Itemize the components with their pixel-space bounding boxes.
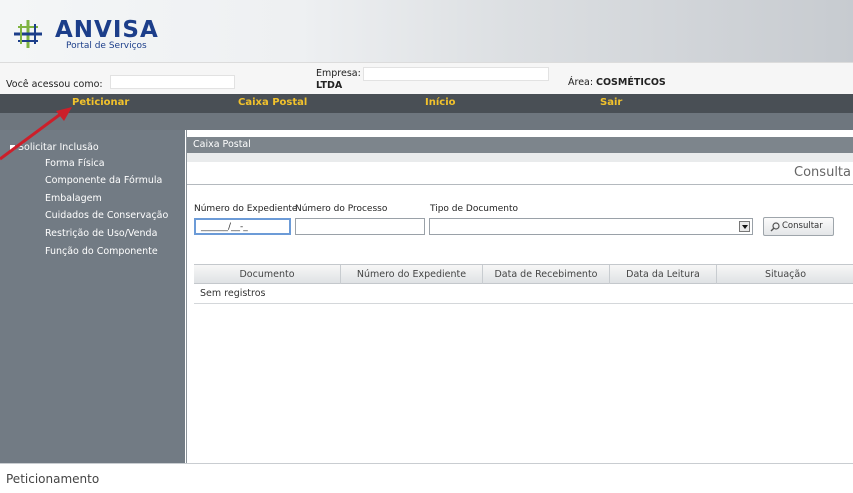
column-header-numero-expediente[interactable]: Número do Expediente [341,265,483,284]
company-suffix: LTDA [316,80,343,91]
tipo-documento-select[interactable] [429,218,753,235]
sidebar-item-forma-fisica[interactable]: Forma Física [45,158,105,169]
brand-subtitle: Portal de Serviços [66,41,147,51]
consultar-button-label: Consultar [782,221,823,231]
sidebar-item-funcao-componente[interactable]: Função do Componente [45,246,158,257]
sidebar-item-solicitar-inclusao[interactable]: Solicitar Inclusão [18,142,99,153]
column-header-documento[interactable]: Documento [194,265,341,284]
panel-subheader [187,153,853,162]
nav-peticionar[interactable]: Peticionar [72,97,129,109]
section-divider [187,184,853,185]
consultar-button[interactable]: Consultar [763,217,834,236]
expediente-label: Número do Expediente [194,204,298,214]
footer-text: Peticionamento [6,472,100,486]
chevron-down-icon[interactable] [739,221,750,232]
column-header-situacao[interactable]: Situação [717,265,853,284]
column-header-data-recebimento[interactable]: Data de Recebimento [483,265,610,284]
expediente-input[interactable]: ______/__-_ [194,218,291,235]
nav-sair[interactable]: Sair [600,97,622,109]
search-icon [770,222,780,232]
company-label: Empresa: [316,68,361,79]
tipo-documento-label: Tipo de Documento [430,204,519,214]
sidebar-item-componente-formula[interactable]: Componente da Fórmula [45,175,162,186]
section-title: Consulta [794,165,851,180]
company-name-field [363,67,549,81]
table-empty-row: Sem registros [194,284,853,304]
column-header-data-leitura[interactable]: Data da Leitura [610,265,717,284]
anvisa-logo-icon [14,20,42,48]
sidebar-item-cuidados-conservacao[interactable]: Cuidados de Conservação [45,210,168,221]
sidebar-item-embalagem[interactable]: Embalagem [45,193,102,204]
processo-label: Número do Processo [295,204,388,214]
nav-substrip [0,113,853,130]
sidebar-item-restricao-uso-venda[interactable]: Restrição de Uso/Venda [45,228,157,239]
footer-divider [0,463,853,464]
caixa-postal-panel: Caixa Postal Consulta Número do Expedien… [186,130,853,463]
bullet-icon [10,145,15,150]
nav-inicio[interactable]: Início [425,97,456,109]
user-info-bar: Você acessou como: Empresa: LTDA Área: C… [0,62,853,94]
area-value: COSMÉTICOS [596,77,666,88]
brand-name: ANVISA [55,17,159,43]
nav-caixa-postal[interactable]: Caixa Postal [238,97,307,109]
user-name-field [110,75,235,89]
accessed-as-label: Você acessou como: [6,79,103,90]
area-label: Área: [568,77,594,88]
table-header: Documento Número do Expediente Data de R… [194,264,853,284]
header: ANVISA Portal de Serviços [0,0,853,62]
main-nav: Peticionar Caixa Postal Início Sair [0,94,853,113]
processo-input[interactable] [295,218,425,235]
panel-title: Caixa Postal [187,137,853,153]
